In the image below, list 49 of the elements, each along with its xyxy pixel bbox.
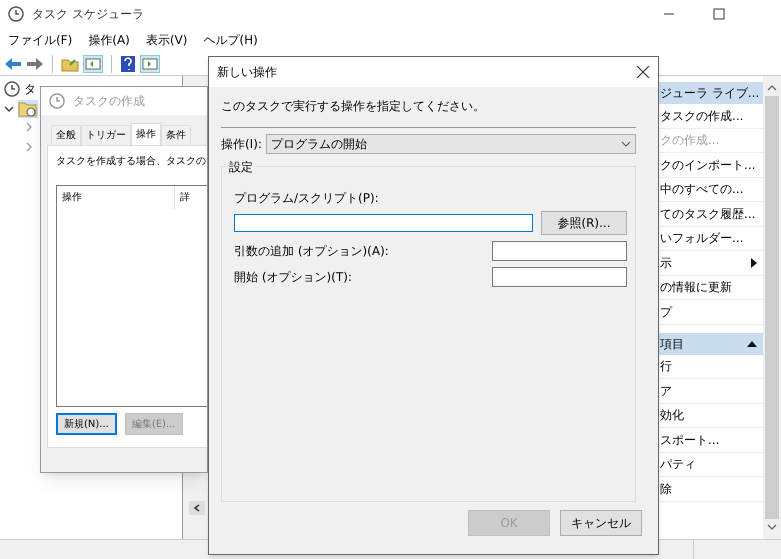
field-label: 引数の追加 (オプション)(A): [234,243,390,260]
program-input-field[interactable] [234,214,533,232]
chevron-down-icon [621,141,631,147]
group-label: 設定 [226,158,256,176]
column-header[interactable]: 詳 [175,186,195,209]
chevron-down-icon[interactable] [4,104,14,114]
dialog-button[interactable]: 新規(N)... [56,413,117,435]
actions-list[interactable]: 操作 詳 [56,185,207,407]
maximize-icon[interactable] [713,8,725,20]
action-dropdown[interactable]: プログラムの開始 [266,134,636,154]
tab[interactable]: 条件 [161,125,191,145]
help-icon[interactable] [120,54,136,72]
close-icon[interactable] [636,65,650,79]
tab[interactable]: トリガー [81,125,131,145]
arguments-input-field[interactable] [492,241,627,261]
scroll-left-button[interactable] [189,501,205,515]
dialog-title: 新しい操作 [217,64,277,81]
browse-button[interactable]: 参照(R)... [540,211,627,235]
dialog-button[interactable]: キャンセル [560,510,642,536]
menu-item[interactable]: ファイル(F) [4,31,76,49]
tab[interactable]: 全般 [51,125,81,145]
tab[interactable]: 操作 [131,123,161,145]
forward-arrow-icon[interactable] [26,56,44,72]
start-input-field[interactable] [492,267,627,287]
menu-item[interactable]: ヘルプ(H) [199,31,262,49]
scroll-up-icon[interactable] [767,84,777,92]
clock-icon [8,6,24,22]
collapse-triangle-icon [747,340,757,346]
window-title: タスク スケジューラ [32,6,144,23]
panel-icon[interactable] [140,54,160,72]
menu-item[interactable]: 操作(A) [84,31,134,49]
menu-item[interactable]: 表示(V) [142,31,192,49]
back-arrow-icon[interactable] [4,56,22,72]
scroll-down-icon[interactable] [767,523,777,531]
scrollbar[interactable] [763,76,781,539]
dialog-title: タスクの作成 [73,93,145,110]
folder-clock-icon[interactable] [18,100,38,118]
column-header[interactable]: 操作 [57,186,175,209]
chevron-left-icon [193,504,201,512]
panel-icon[interactable] [83,54,103,72]
field-label: プログラム/スクリプト(P): [234,190,380,207]
description-text: タスクを作成する場合、タスクの [56,154,207,169]
clock-icon [49,93,65,109]
field-label: 開始 (オプション)(T): [234,269,353,286]
submenu-arrow-icon [751,258,757,268]
field-label: 操作(I): [221,136,262,153]
instruction-text: このタスクで実行する操作を指定してください。 [221,98,486,115]
clock-icon [4,81,20,97]
tree-item[interactable]: タ [24,80,36,98]
